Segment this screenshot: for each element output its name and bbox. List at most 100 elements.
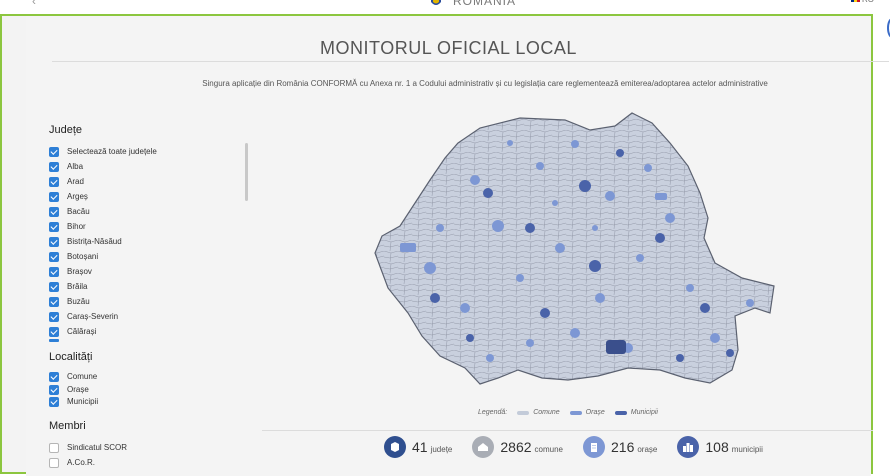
- stat-municipii-label: municipii: [731, 444, 763, 454]
- page-title: MONITORUL OFICIAL LOCAL: [320, 38, 577, 58]
- stat-orase-label: orașe: [637, 444, 658, 454]
- judet-option-label: Argeș: [67, 192, 88, 201]
- judet-option[interactable]: Brăila: [49, 279, 249, 294]
- map-legend: Legendă: Comune Orașe Municipii: [478, 409, 668, 416]
- judet-checkbox[interactable]: [49, 146, 59, 157]
- membru-checkbox[interactable]: [49, 442, 59, 453]
- coat-of-arms-logo: [431, 0, 441, 5]
- site-title[interactable]: ROMÂNIA: [453, 0, 516, 8]
- stat-comune-value: 2862: [500, 439, 532, 455]
- judet-checkbox[interactable]: [49, 251, 59, 262]
- judet-option-label: Buzău: [67, 297, 90, 306]
- judet-option-label: Bacău: [67, 207, 90, 216]
- judet-checkbox[interactable]: [49, 221, 59, 232]
- judet-option[interactable]: Bihor: [49, 219, 249, 234]
- localitate-checkbox[interactable]: [49, 384, 59, 395]
- legend-swatch-orase: [569, 410, 582, 415]
- judet-option[interactable]: Argeș: [49, 189, 249, 204]
- judet-option[interactable]: Selectează toate județele: [49, 144, 249, 159]
- stat-judete-value: 41: [412, 439, 428, 455]
- stat-municipii-value: 108: [705, 439, 729, 455]
- membru-checkbox[interactable]: [49, 457, 59, 468]
- legend-label-municipii: Municipii: [630, 409, 658, 416]
- stat-municipii: 108 municipii: [677, 436, 763, 458]
- judet-option[interactable]: Călărași: [49, 324, 249, 339]
- stat-orase: 216 orașe: [583, 436, 657, 458]
- legend-item-orase: Orașe: [569, 409, 605, 416]
- back-icon[interactable]: ‹: [32, 0, 36, 8]
- judet-option[interactable]: Botoșani: [49, 249, 249, 264]
- judet-option-label: Botoșani: [67, 252, 99, 261]
- judet-checkbox[interactable]: [49, 206, 59, 217]
- judete-list-scroll[interactable]: Selectează toate județele Alba Arad Argeș Ba…: [49, 144, 249, 340]
- localitati-heading: Localități: [49, 351, 93, 363]
- localitate-option-label: Municipii: [67, 397, 99, 407]
- legend-item-comune: Comune: [517, 409, 560, 416]
- judete-scrollbar[interactable]: [245, 143, 248, 201]
- judet-option[interactable]: Arad: [49, 174, 249, 189]
- judet-checkbox[interactable]: [49, 236, 59, 247]
- localitate-checkbox[interactable]: [49, 372, 59, 383]
- judete-list: Selectează toate județele Alba Arad Argeș Ba…: [49, 144, 249, 339]
- localitate-option[interactable]: Municipii: [49, 396, 98, 409]
- membru-option-label: Sindicatul SCOR: [67, 443, 128, 452]
- membru-option-label: A.Co.R.: [67, 458, 96, 467]
- stat-comune-label: comune: [534, 444, 563, 454]
- judet-checkbox[interactable]: [49, 296, 59, 307]
- page-subtitle: Singura aplicație din România CONFORMĂ c…: [202, 79, 768, 88]
- judet-option-label: Arad: [67, 177, 84, 186]
- judet-checkbox[interactable]: [49, 191, 59, 202]
- judet-option[interactable]: Buzău: [49, 294, 249, 309]
- flag-icon[interactable]: [851, 0, 860, 2]
- judet-checkbox[interactable]: [49, 176, 59, 187]
- membru-option[interactable]: Sindicatul SCOR: [49, 440, 127, 455]
- judet-option-label: Brăila: [67, 282, 88, 291]
- legend-label-orase: Orașe: [585, 409, 605, 416]
- membri-list: Sindicatul SCOR A.Co.R.: [49, 440, 127, 470]
- membri-heading: Membri: [49, 420, 86, 432]
- stat-judete-label: județe: [430, 444, 453, 454]
- legend-item-municipii: Municipii: [614, 409, 658, 416]
- judet-checkbox[interactable]: [49, 281, 59, 292]
- legend-swatch-comune: [517, 410, 530, 415]
- judet-option-label: Caraș-Severin: [67, 312, 119, 321]
- judet-option[interactable]: Bistrița-Năsăud: [49, 234, 249, 249]
- judet-option[interactable]: Alba: [49, 159, 249, 174]
- judet-option-label: Selectează toate județele: [67, 147, 157, 156]
- judet-option[interactable]: Bacău: [49, 204, 249, 219]
- legend-title: Legendă:: [478, 409, 508, 416]
- localitate-option-label: Comune: [67, 372, 98, 382]
- judet-option-label: Alba: [67, 162, 84, 171]
- judete-heading: Județe: [49, 124, 83, 136]
- judet-checkbox[interactable]: [49, 266, 59, 277]
- top-bar: ‹ ROMÂNIA RO: [0, 0, 890, 14]
- judet-option[interactable]: Caraș-Severin: [49, 309, 249, 324]
- language-selector[interactable]: RO: [862, 0, 874, 4]
- village-house-icon: [472, 436, 495, 458]
- judete-next-checkbox-partial: [49, 339, 59, 342]
- localitate-option[interactable]: Comune: [49, 371, 98, 384]
- localitate-option-label: Orașe: [67, 384, 89, 394]
- county-map-icon: [384, 436, 406, 458]
- judet-checkbox[interactable]: [49, 326, 59, 337]
- judet-option-label: Brașov: [67, 267, 92, 276]
- judet-checkbox[interactable]: [49, 161, 59, 172]
- localitate-option[interactable]: Orașe: [49, 384, 98, 397]
- legend-label-comune: Comune: [533, 409, 560, 416]
- title-divider: [52, 61, 889, 62]
- localitate-checkbox[interactable]: [49, 397, 59, 408]
- judet-option[interactable]: Brașov: [49, 264, 249, 279]
- romania-localities-map[interactable]: [370, 108, 778, 398]
- membru-option[interactable]: A.Co.R.: [49, 455, 127, 470]
- judet-option-label: Călărași: [67, 327, 97, 336]
- judet-option-label: Bistrița-Năsăud: [67, 237, 122, 246]
- stat-comune: 2862 comune: [472, 436, 563, 458]
- stats-divider: [262, 430, 873, 431]
- stats-bar: 41 județe 2862 comune 216 orașe 108 muni…: [384, 436, 783, 458]
- town-building-icon: [583, 436, 605, 458]
- judet-option-label: Bihor: [67, 222, 86, 231]
- localitati-list: Comune Orașe Municipii: [49, 371, 98, 409]
- stat-judete: 41 județe: [384, 436, 452, 458]
- legend-swatch-municipii: [614, 410, 627, 415]
- judet-checkbox[interactable]: [49, 311, 59, 322]
